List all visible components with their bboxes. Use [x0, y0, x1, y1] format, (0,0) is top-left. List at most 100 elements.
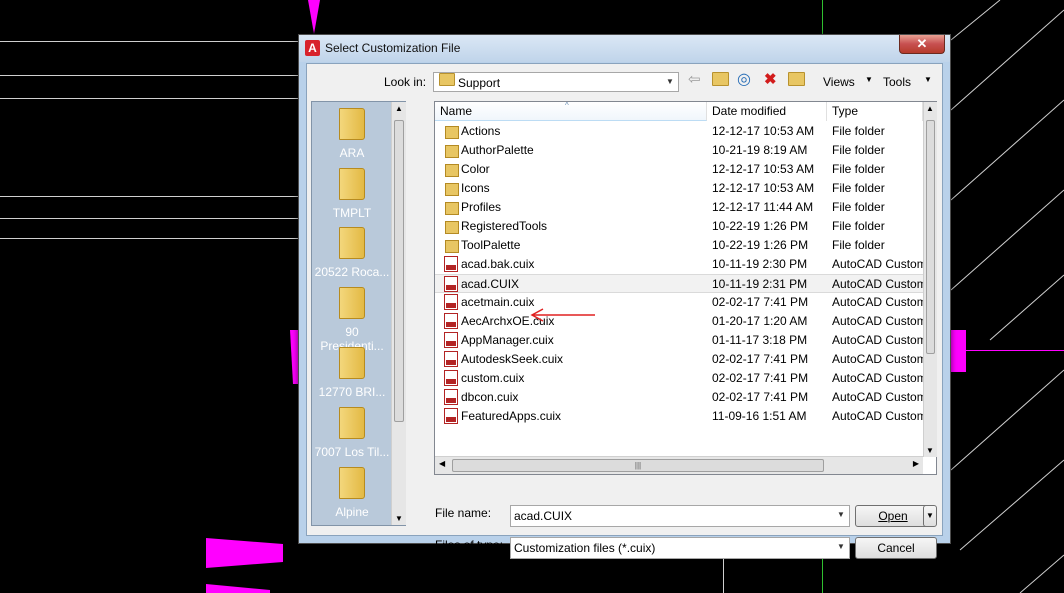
cuix-file-icon	[444, 313, 458, 329]
folder-icon	[339, 168, 365, 200]
date-modified-cell: 10-11-19 2:30 PM	[712, 257, 808, 271]
place-label: Alpine	[335, 505, 369, 519]
date-modified-cell: 11-09-16 1:51 AM	[712, 409, 807, 423]
column-header-date[interactable]: Date modified	[707, 102, 827, 121]
chevron-down-icon[interactable]: ▼	[833, 506, 849, 524]
type-cell: File folder	[832, 200, 885, 214]
cuix-file-icon	[444, 408, 458, 424]
select-customization-file-dialog: A Select Customization File ✕ Look in: S…	[298, 34, 951, 559]
file-name-input[interactable]: acad.CUIX ▼	[510, 505, 850, 527]
file-name-cell: Icons	[461, 181, 490, 195]
files-of-type-label: Files of type:	[435, 538, 504, 552]
look-in-combobox[interactable]: Support ▼	[433, 72, 679, 92]
scroll-right-icon[interactable]: ▶	[913, 459, 919, 468]
scroll-left-icon[interactable]: ◀	[439, 459, 445, 468]
open-options-dropdown[interactable]: ▼	[923, 505, 937, 527]
file-row[interactable]: AutodeskSeek.cuix 02-02-17 7:41 PM AutoCAD…	[435, 350, 923, 369]
scrollbar-thumb[interactable]: |||	[452, 459, 824, 472]
back-icon[interactable]: ⇦	[688, 72, 701, 88]
file-name-cell: AuthorPalette	[461, 143, 534, 157]
scrollbar-thumb[interactable]	[394, 120, 404, 422]
date-modified-cell: 02-02-17 7:41 PM	[712, 352, 809, 366]
tools-menu[interactable]: Tools	[883, 75, 911, 89]
type-cell: AutoCAD Custom	[832, 314, 923, 328]
type-cell: AutoCAD Custom	[832, 295, 923, 309]
new-folder-icon[interactable]	[788, 72, 805, 88]
place-item[interactable]: 90 Presidenti...	[312, 287, 392, 353]
date-modified-cell: 10-21-19 8:19 AM	[712, 143, 808, 157]
file-row[interactable]: Color 12-12-17 10:53 AM File folder	[435, 160, 923, 179]
look-in-label: Look in:	[384, 75, 427, 89]
delete-icon[interactable]: ✖	[764, 72, 777, 88]
file-name-cell: acad.bak.cuix	[461, 257, 535, 271]
scrollbar-thumb[interactable]	[926, 120, 935, 354]
scroll-down-icon[interactable]: ▼	[926, 446, 934, 455]
sort-ascending-icon: ^	[565, 101, 569, 110]
file-name-cell: Color	[461, 162, 490, 176]
file-row[interactable]: AuthorPalette 10-21-19 8:19 AM File folder	[435, 141, 923, 160]
search-web-icon[interactable]: ◎	[737, 72, 751, 88]
file-name-cell: custom.cuix	[461, 371, 525, 385]
file-row[interactable]: AppManager.cuix 01-11-17 3:18 PM AutoCAD C…	[435, 331, 923, 350]
file-name-cell: RegisteredTools	[461, 219, 548, 233]
file-row[interactable]: ToolPalette 10-22-19 1:26 PM File folder	[435, 236, 923, 255]
type-cell: AutoCAD Custom	[832, 257, 923, 271]
folder-icon	[339, 287, 365, 319]
file-row[interactable]: Icons 12-12-17 10:53 AM File folder	[435, 179, 923, 198]
file-row[interactable]: Actions 12-12-17 10:53 AM File folder	[435, 122, 923, 141]
scroll-up-icon[interactable]: ▲	[395, 104, 403, 113]
places-scrollbar[interactable]: ▲ ▼	[391, 102, 406, 525]
folder-icon	[445, 126, 459, 139]
place-item[interactable]: 12770 BRI...	[312, 347, 392, 399]
file-row[interactable]: Profiles 12-12-17 11:44 AM File folder	[435, 198, 923, 217]
type-cell: File folder	[832, 219, 885, 233]
chevron-down-icon[interactable]: ▼	[833, 538, 849, 556]
open-button[interactable]: Open	[855, 505, 931, 527]
file-row[interactable]: RegisteredTools 10-22-19 1:26 PM File fold…	[435, 217, 923, 236]
dialog-titlebar[interactable]: A Select Customization File ✕	[299, 35, 950, 62]
place-item[interactable]: 7007 Los Til...	[312, 407, 392, 459]
cuix-file-icon	[444, 332, 458, 348]
file-row[interactable]: custom.cuix 02-02-17 7:41 PM AutoCAD Custo…	[435, 369, 923, 388]
scroll-up-icon[interactable]: ▲	[926, 104, 934, 113]
folder-icon	[339, 347, 365, 379]
file-name-cell: AppManager.cuix	[461, 333, 554, 347]
place-item[interactable]: Alpine	[312, 467, 392, 519]
file-row[interactable]: acetmain.cuix 02-02-17 7:41 PM AutoCAD Cus…	[435, 293, 923, 312]
file-name-cell: acad.CUIX	[461, 277, 520, 291]
type-cell: File folder	[832, 143, 885, 157]
cuix-file-icon	[444, 276, 458, 292]
date-modified-cell: 02-02-17 7:41 PM	[712, 295, 809, 309]
chevron-down-icon[interactable]: ▼	[662, 73, 678, 91]
file-row[interactable]: acad.bak.cuix 10-11-19 2:30 PM AutoCAD Cus…	[435, 255, 923, 274]
place-item[interactable]: TMPLT	[312, 168, 392, 220]
file-row[interactable]: FeaturedApps.cuix 11-09-16 1:51 AM AutoCAD…	[435, 407, 923, 426]
up-one-level-icon[interactable]	[712, 72, 729, 88]
cuix-file-icon	[444, 294, 458, 310]
file-list-scrollbar[interactable]: ▲ ▼	[923, 102, 937, 457]
place-item[interactable]: ARA	[312, 108, 392, 160]
file-row[interactable]: acad.CUIX 10-11-19 2:31 PM AutoCAD Custom	[435, 274, 923, 293]
scroll-down-icon[interactable]: ▼	[395, 514, 403, 523]
file-name-value: acad.CUIX	[514, 509, 573, 523]
column-header-name[interactable]: Name ^	[435, 101, 707, 121]
folder-icon	[445, 145, 459, 158]
file-list-horizontal-scrollbar[interactable]: ◀ ||| ▶	[435, 456, 923, 474]
place-item[interactable]: 20522 Roca...	[312, 227, 392, 279]
views-menu[interactable]: Views	[823, 75, 855, 89]
file-row[interactable]: dbcon.cuix 02-02-17 7:41 PM AutoCAD Custom	[435, 388, 923, 407]
date-modified-cell: 12-12-17 10:53 AM	[712, 124, 815, 138]
type-cell: File folder	[832, 162, 885, 176]
files-of-type-select[interactable]: Customization files (*.cuix) ▼	[510, 537, 850, 559]
place-label: 20522 Roca...	[314, 265, 390, 279]
column-header-type[interactable]: Type	[827, 102, 923, 121]
tools-dropdown-icon[interactable]: ▼	[924, 75, 932, 84]
file-name-cell: Profiles	[461, 200, 502, 214]
cuix-file-icon	[444, 370, 458, 386]
file-name-label: File name:	[435, 506, 492, 520]
file-row[interactable]: AecArchxOE.cuix 01-20-17 1:20 AM AutoCAD C…	[435, 312, 923, 331]
cuix-file-icon	[444, 389, 458, 405]
cancel-button[interactable]: Cancel	[855, 537, 937, 559]
close-button[interactable]: ✕	[899, 35, 945, 54]
views-dropdown-icon[interactable]: ▼	[865, 75, 873, 84]
